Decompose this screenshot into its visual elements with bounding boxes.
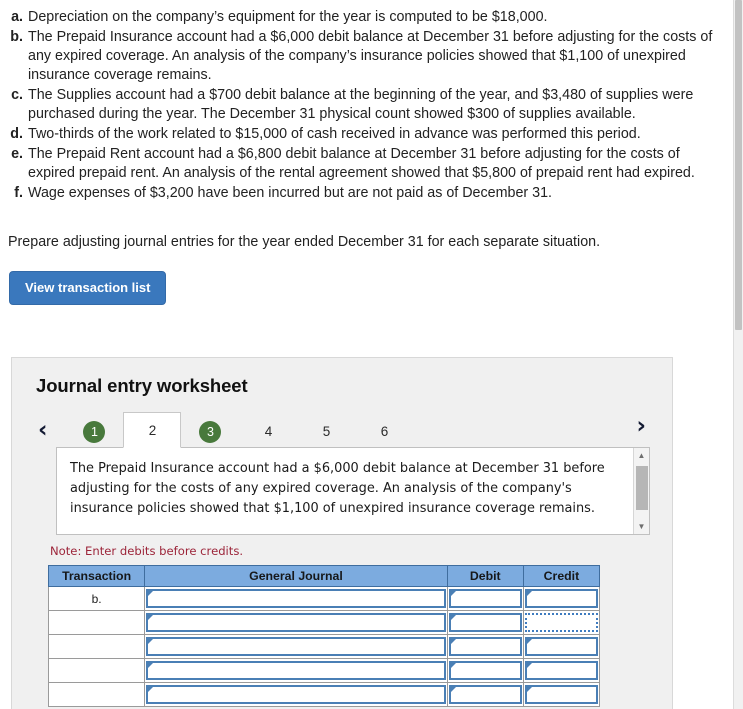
cell-credit[interactable] — [522, 634, 601, 659]
table-row — [47, 634, 601, 659]
cell-general-journal[interactable] — [144, 610, 448, 635]
situation-item: d. Two-thirds of the work related to $15… — [8, 125, 717, 144]
cell-credit[interactable] — [522, 658, 601, 683]
worksheet-title: Journal entry worksheet — [36, 375, 248, 396]
scroll-up-icon[interactable]: ▲ — [634, 448, 649, 463]
situation-letter: b. — [10, 29, 23, 45]
worksheet-tabstrip: ‹ 1 2 3 4 5 6 › — [12, 411, 672, 448]
table-row — [47, 682, 601, 707]
situation-text: The Prepaid Insurance account had a $6,0… — [28, 29, 713, 83]
tab-4[interactable]: 4 — [239, 416, 297, 447]
situation-text: Two-thirds of the work related to $15,00… — [28, 126, 641, 142]
debits-before-credits-note: Note: Enter debits before credits. — [50, 544, 244, 558]
situation-item: a. Depreciation on the company’s equipme… — [8, 8, 717, 27]
tab-1[interactable]: 1 — [65, 416, 123, 447]
situation-text: The Supplies account had a $700 debit ba… — [28, 87, 694, 122]
tab-3[interactable]: 3 — [181, 416, 239, 447]
situation-item: e. The Prepaid Rent account had a $6,800… — [8, 145, 717, 183]
page-scrollbar[interactable] — [733, 0, 743, 709]
situation-item: b. The Prepaid Insurance account had a $… — [8, 28, 717, 85]
situation-letter: f. — [14, 185, 23, 201]
general-journal-select[interactable] — [146, 637, 446, 656]
header-debit: Debit — [446, 565, 524, 587]
situation-text: Depreciation on the company’s equipment … — [28, 9, 548, 25]
debit-input[interactable] — [448, 637, 522, 656]
credit-input[interactable] — [524, 637, 598, 656]
situation-letter: c. — [11, 87, 23, 103]
scrollbar-thumb[interactable] — [636, 466, 648, 510]
prev-page-icon[interactable]: ‹ — [34, 419, 51, 447]
debit-input[interactable] — [448, 685, 522, 704]
debit-input[interactable] — [448, 661, 522, 680]
situation-item: f. Wage expenses of $3,200 have been inc… — [8, 184, 717, 203]
next-page-icon[interactable]: › — [633, 415, 650, 443]
credit-input[interactable] — [524, 685, 598, 704]
transaction-description-text: The Prepaid Insurance account had a $6,0… — [70, 461, 605, 516]
table-header-row: Transaction General Journal Debit Credit — [47, 565, 601, 587]
scroll-down-icon[interactable]: ▼ — [634, 519, 649, 534]
cell-credit-focused[interactable] — [522, 610, 601, 635]
transaction-description-box: The Prepaid Insurance account had a $6,0… — [56, 447, 650, 535]
cell-debit[interactable] — [446, 586, 524, 611]
page-content: a. Depreciation on the company’s equipme… — [0, 0, 731, 709]
situation-letter: a. — [11, 9, 23, 25]
credit-input[interactable] — [524, 613, 598, 632]
tab-2[interactable]: 2 — [123, 412, 182, 448]
journal-entry-table: Transaction General Journal Debit Credit… — [47, 565, 601, 707]
cell-general-journal[interactable] — [144, 634, 448, 659]
description-scrollbar[interactable]: ▲ ▼ — [633, 448, 649, 534]
cell-general-journal[interactable] — [144, 586, 448, 611]
situations-list: a. Depreciation on the company’s equipme… — [0, 0, 731, 203]
cell-transaction — [47, 634, 146, 659]
situation-letter: e. — [11, 146, 23, 162]
tab-1-label: 1 — [83, 421, 106, 443]
header-transaction: Transaction — [47, 565, 146, 587]
general-journal-select[interactable] — [146, 589, 446, 608]
situation-letter: d. — [10, 126, 23, 142]
cell-debit[interactable] — [446, 610, 524, 635]
journal-entry-worksheet-panel: Journal entry worksheet ‹ 1 2 3 4 5 6 › … — [11, 357, 673, 709]
cell-credit[interactable] — [522, 682, 601, 707]
general-journal-select[interactable] — [146, 685, 446, 704]
tab-5[interactable]: 5 — [297, 416, 355, 447]
cell-general-journal[interactable] — [144, 658, 448, 683]
page-scrollbar-thumb[interactable] — [735, 0, 742, 330]
cell-debit[interactable] — [446, 682, 524, 707]
tab-3-label: 3 — [199, 421, 222, 443]
credit-input[interactable] — [524, 661, 598, 680]
table-row — [47, 610, 601, 635]
general-journal-select[interactable] — [146, 613, 446, 632]
instruction-text: Prepare adjusting journal entries for th… — [8, 234, 601, 250]
header-general-journal: General Journal — [144, 565, 448, 587]
cell-general-journal[interactable] — [144, 682, 448, 707]
debit-input[interactable] — [448, 613, 522, 632]
cell-debit[interactable] — [446, 658, 524, 683]
cell-transaction — [47, 682, 146, 707]
situation-text: The Prepaid Rent account had a $6,800 de… — [28, 146, 695, 181]
table-row — [47, 658, 601, 683]
worksheet-tabs: 1 2 3 4 5 6 — [65, 412, 413, 448]
situation-text: Wage expenses of $3,200 have been incurr… — [28, 185, 553, 201]
tab-6[interactable]: 6 — [355, 416, 413, 447]
view-transaction-list-button[interactable]: View transaction list — [9, 271, 167, 305]
cell-credit[interactable] — [522, 586, 601, 611]
debit-input[interactable] — [448, 589, 522, 608]
general-journal-select[interactable] — [146, 661, 446, 680]
cell-transaction: b. — [47, 586, 146, 611]
header-credit: Credit — [522, 565, 601, 587]
situation-item: c. The Supplies account had a $700 debit… — [8, 86, 717, 124]
cell-debit[interactable] — [446, 634, 524, 659]
cell-transaction — [47, 610, 146, 635]
table-row: b. — [47, 586, 601, 611]
cell-transaction — [47, 658, 146, 683]
credit-input[interactable] — [524, 589, 598, 608]
